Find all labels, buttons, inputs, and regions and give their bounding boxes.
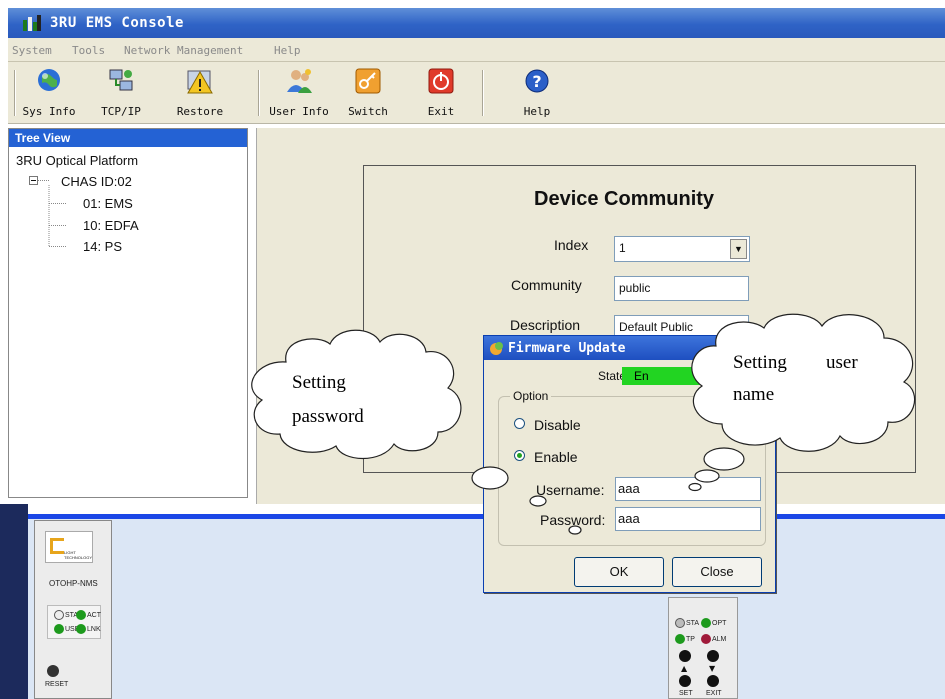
password-cloud-shape xyxy=(251,329,462,459)
username-cloud-shape xyxy=(691,313,916,452)
annotation-overlay xyxy=(251,313,916,535)
callout-password-line1: Setting xyxy=(292,372,346,393)
username-cloud-bubble-large xyxy=(703,447,745,471)
password-cloud-bubble-small xyxy=(568,525,582,535)
username-cloud-bubble-medium xyxy=(694,469,720,483)
callout-password-line2: password xyxy=(292,406,364,427)
password-cloud-bubble-medium xyxy=(529,495,547,507)
callout-username-word1: Setting xyxy=(733,352,787,373)
password-cloud-bubble-large xyxy=(471,466,509,490)
callout-username-word2: user xyxy=(826,352,858,373)
username-cloud-bubble-small xyxy=(688,482,702,492)
callout-username-word3: name xyxy=(733,384,775,405)
